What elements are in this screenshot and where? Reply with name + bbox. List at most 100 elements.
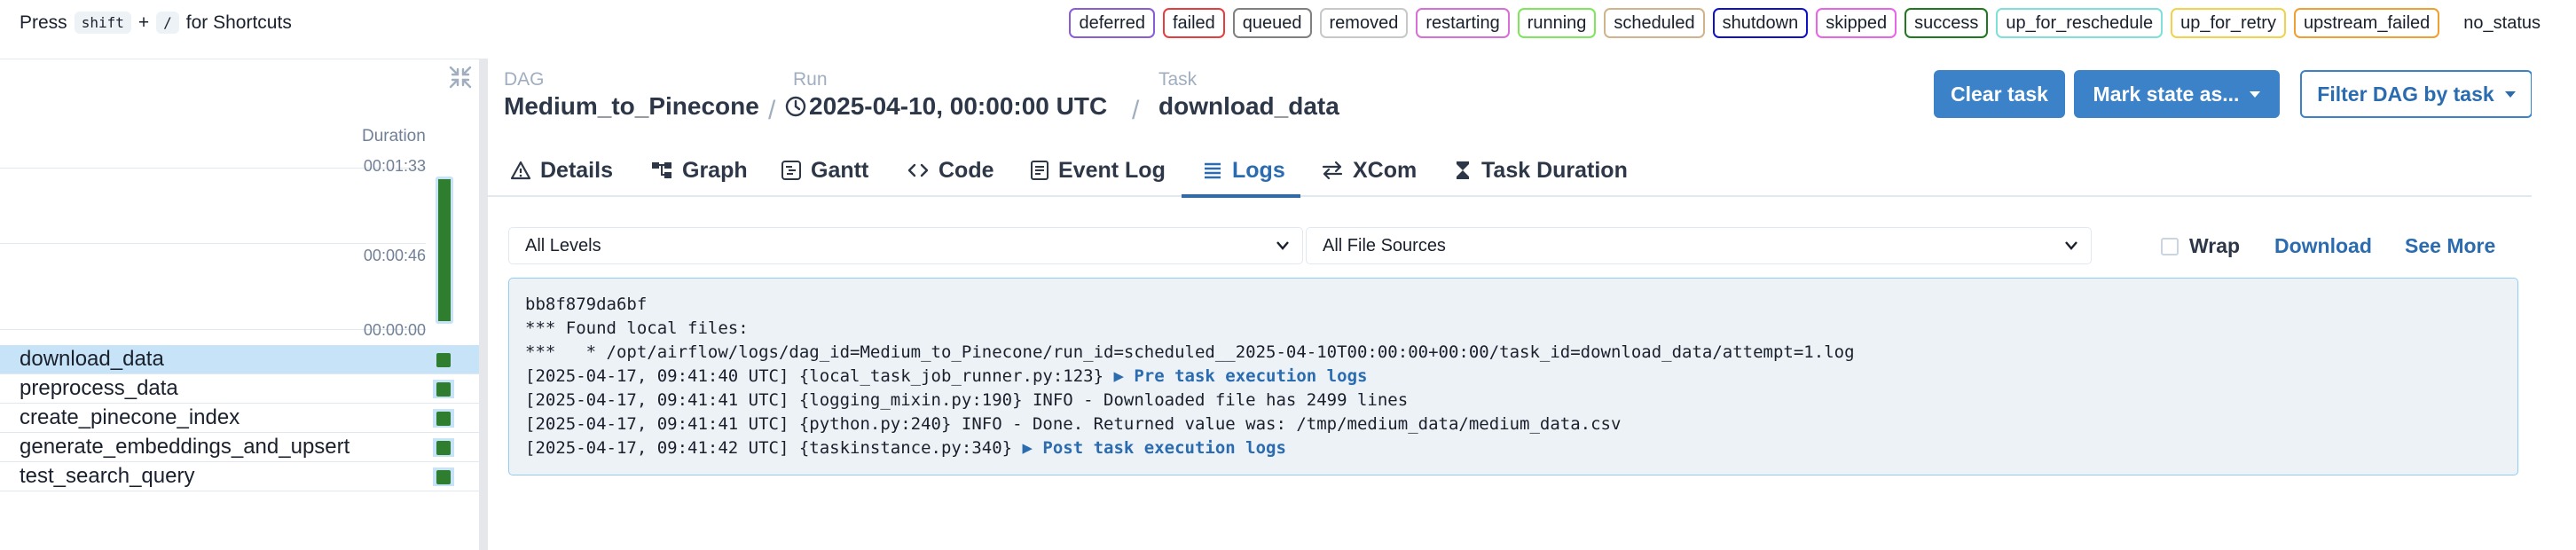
duration-tick: 00:01:33	[363, 157, 426, 175]
log-line: *** * /opt/airflow/logs/dag_id=Medium_to…	[525, 341, 2501, 365]
log-line-text: [2025-04-17, 09:41:40 UTC] {local_task_j…	[525, 366, 1114, 386]
legend-status-restarting[interactable]: restarting	[1416, 8, 1510, 38]
task-name[interactable]: preprocess_data	[0, 376, 178, 401]
chevron-down-icon	[2504, 90, 2516, 98]
tab-event-log[interactable]: Event Log	[1030, 144, 1166, 197]
breadcrumb-dag-value: Medium_to_Pinecone	[504, 92, 759, 120]
legend-status-failed[interactable]: failed	[1162, 8, 1225, 38]
log-line: [2025-04-17, 09:41:41 UTC] {logging_mixi…	[525, 389, 2501, 412]
status-legend: deferred failed queued removed restarting run…	[1069, 8, 2546, 38]
tab-details[interactable]: Details	[510, 144, 613, 197]
task-name[interactable]: test_search_query	[0, 464, 194, 489]
success-status-square	[436, 381, 451, 397]
download-button[interactable]: Download	[2274, 234, 2372, 258]
task-row[interactable]: download_data	[0, 345, 479, 374]
duration-axis-label: Duration	[362, 127, 426, 145]
legend-status-queued[interactable]: queued	[1232, 8, 1312, 38]
xcom-icon	[1322, 161, 1343, 180]
breadcrumb-task-label: Task	[1158, 69, 1198, 90]
tab-label: Details	[540, 157, 613, 183]
breadcrumb-dag-label: DAG	[504, 69, 545, 90]
mark-state-label: Mark state as...	[2093, 82, 2240, 106]
task-name[interactable]: create_pinecone_index	[0, 405, 240, 430]
collapse-grid-icon[interactable]	[448, 65, 473, 90]
breadcrumb-separator: /	[1132, 96, 1140, 125]
task-name[interactable]: generate_embeddings_and_upsert	[0, 435, 349, 460]
duration-tick: 00:00:46	[363, 247, 426, 264]
log-line-text: [2025-04-17, 09:41:41 UTC] {python.py:24…	[525, 414, 1622, 434]
task-status-cell[interactable]	[433, 438, 454, 457]
task-status-cell[interactable]	[433, 409, 454, 428]
clear-task-button[interactable]: Clear task	[1934, 70, 2065, 118]
task-row[interactable]: test_search_query	[0, 462, 479, 491]
legend-status-up-for-reschedule[interactable]: up_for_reschedule	[1996, 8, 2164, 38]
tab-logs[interactable]: Logs	[1202, 144, 1285, 197]
breadcrumb-dag[interactable]: DAG Medium_to_Pinecone	[504, 69, 759, 121]
legend-status-skipped[interactable]: skipped	[1816, 8, 1897, 38]
tab-label: Gantt	[811, 157, 869, 183]
log-line-text: *** * /opt/airflow/logs/dag_id=Medium_to…	[525, 342, 1855, 362]
log-group-toggle[interactable]: ▶ Pre task execution logs	[1113, 366, 1367, 386]
log-line: [2025-04-17, 09:41:42 UTC] {taskinstance…	[525, 436, 2501, 460]
log-level-select[interactable]: All Levels	[508, 227, 1303, 264]
log-line-text: [2025-04-17, 09:41:41 UTC] {logging_mixi…	[525, 390, 1409, 410]
legend-status-scheduled[interactable]: scheduled	[1604, 8, 1705, 38]
legend-status-deferred[interactable]: deferred	[1069, 8, 1155, 38]
filter-dag-button[interactable]: Filter DAG by task	[2300, 70, 2533, 118]
breadcrumb-task[interactable]: Task download_data	[1158, 69, 1339, 121]
legend-status-shutdown[interactable]: shutdown	[1712, 8, 1809, 38]
tab-gantt[interactable]: Gantt	[781, 144, 868, 197]
wrap-label: Wrap	[2189, 234, 2241, 257]
legend-status-removed[interactable]: removed	[1319, 8, 1409, 38]
success-status-square	[436, 352, 451, 367]
tab-task-duration[interactable]: Task Duration	[1453, 144, 1628, 197]
breadcrumb-run-label: Run	[793, 69, 828, 90]
slash-key-badge: /	[156, 12, 179, 34]
log-line-text: [2025-04-17, 09:41:42 UTC] {taskinstance…	[525, 438, 1023, 458]
run-duration-bar[interactable]	[436, 177, 453, 324]
code-icon	[907, 163, 929, 177]
task-status-cell[interactable]	[433, 350, 454, 369]
clock-icon	[785, 96, 806, 117]
task-name[interactable]: download_data	[0, 347, 164, 372]
shortcut-plus: +	[137, 12, 150, 33]
breadcrumb-run[interactable]: Run 2025-04-10, 00:00:00 UTC	[784, 69, 1107, 121]
log-line: [2025-04-17, 09:41:40 UTC] {local_task_j…	[525, 365, 2501, 389]
wrap-checkbox[interactable]	[2161, 237, 2179, 255]
panel-divider[interactable]	[479, 59, 488, 550]
logs-icon	[1205, 162, 1221, 179]
tab-label: Task Duration	[1481, 157, 1628, 183]
breadcrumb-run-value: 2025-04-10, 00:00:00 UTC	[809, 92, 1108, 120]
chevron-down-icon	[2065, 241, 2077, 250]
shortcut-hint: Press shift + / for Shortcuts	[20, 12, 292, 34]
tab-label: Code	[939, 157, 994, 183]
legend-status-success[interactable]: success	[1905, 8, 1989, 38]
tab-label: Logs	[1232, 157, 1285, 183]
tab-xcom[interactable]: XCom	[1321, 144, 1417, 197]
mark-state-button[interactable]: Mark state as...	[2074, 70, 2280, 118]
see-more-button[interactable]: See More	[2405, 234, 2495, 258]
grid-line	[0, 243, 426, 244]
log-line: bb8f879da6bf	[525, 293, 2501, 317]
task-status-cell[interactable]	[433, 380, 454, 398]
tab-label: Graph	[682, 157, 748, 183]
log-output: bb8f879da6bf *** Found local files: *** * …	[508, 278, 2518, 475]
grid-panel: Duration 00:01:33 00:00:46 00:00:00 down…	[0, 59, 479, 550]
task-row[interactable]: preprocess_data	[0, 374, 479, 404]
success-status-square	[436, 411, 451, 426]
legend-status-upstream-failed[interactable]: upstream_failed	[2293, 8, 2440, 38]
file-source-select[interactable]: All File Sources	[1306, 227, 2092, 264]
task-row[interactable]: generate_embeddings_and_upsert	[0, 433, 479, 462]
chevron-down-icon	[1276, 241, 1289, 250]
legend-status-running[interactable]: running	[1517, 8, 1597, 38]
task-row[interactable]: create_pinecone_index	[0, 404, 479, 433]
tab-code[interactable]: Code	[907, 144, 994, 197]
legend-status-no-status[interactable]: no_status	[2447, 8, 2546, 38]
log-group-toggle[interactable]: ▶ Post task execution logs	[1023, 438, 1286, 458]
shortcut-hint-prefix: Press	[20, 12, 67, 33]
shift-key-badge: shift	[74, 12, 131, 34]
wrap-toggle[interactable]: Wrap	[2161, 234, 2240, 258]
tab-graph[interactable]: Graph	[650, 144, 748, 197]
legend-status-up-for-retry[interactable]: up_for_retry	[2171, 8, 2286, 38]
task-status-cell[interactable]	[433, 468, 454, 486]
